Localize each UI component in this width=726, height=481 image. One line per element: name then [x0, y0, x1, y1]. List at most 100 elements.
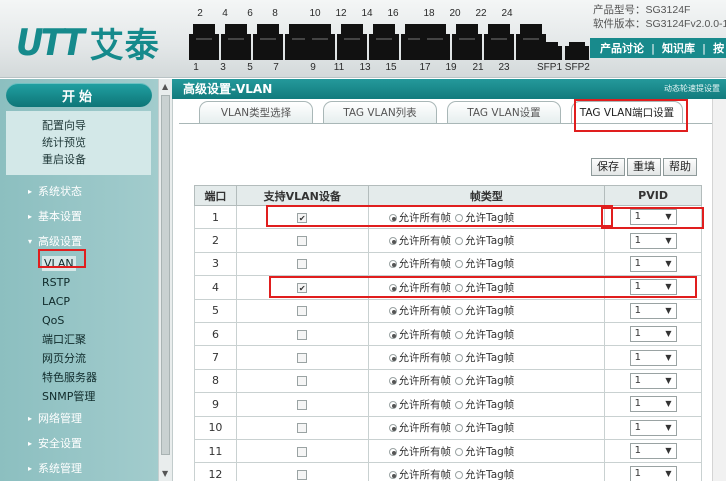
sidebar-item-system-status[interactable]: ▸ 系统状态	[0, 179, 158, 204]
help-link[interactable]: 动态轮速提设置	[664, 79, 720, 99]
table-row: 2 允许所有帧 允许Tag帧 1 ▼	[194, 228, 702, 253]
port-cell: 2	[194, 228, 237, 253]
sidebar: 开始 配置向导 统计预览 重启设备 ▸ 系统状态 ▸ 基本设置 ▾ 高级设置 VLAN…	[0, 79, 172, 481]
table-row: 7 允许所有帧 允许Tag帧 1 ▼	[194, 345, 702, 370]
content-scrollbar[interactable]	[712, 99, 726, 481]
radio-all-frames[interactable]	[388, 470, 397, 479]
nav-product-discussion[interactable]: 产品讨论	[596, 40, 648, 56]
top-nav: 产品讨论 | 知识库 | 按	[590, 38, 726, 58]
pvid-select[interactable]: 1 ▼	[629, 326, 677, 343]
radio-tag-frames[interactable]	[455, 377, 464, 386]
radio-tag-frames[interactable]	[455, 447, 464, 456]
chevron-down-icon: ▼	[665, 352, 672, 362]
label-all-frames: 允许所有帧	[398, 258, 452, 271]
pvid-select[interactable]: 1 ▼	[629, 232, 677, 249]
port-number-label: 17	[419, 62, 431, 73]
label-all-frames: 允许所有帧	[398, 422, 452, 435]
pvid-select[interactable]: 1 ▼	[629, 466, 677, 481]
pvid-select[interactable]: 1 ▼	[629, 302, 677, 319]
arrow-right-icon: ▸	[28, 439, 33, 448]
radio-all-frames[interactable]	[388, 400, 397, 409]
port-number-label: 12	[335, 8, 347, 19]
pvid-select[interactable]: 1 ▼	[629, 396, 677, 413]
frame-type-cell: 允许所有帧 允许Tag帧	[367, 298, 606, 323]
scrollbar-thumb[interactable]	[161, 95, 170, 455]
radio-tag-frames[interactable]	[455, 260, 464, 269]
radio-all-frames[interactable]	[388, 424, 397, 433]
pvid-select[interactable]: 1 ▼	[629, 255, 677, 272]
vlan-capable-checkbox[interactable]	[297, 446, 308, 457]
highlight-box-vlan	[38, 249, 86, 268]
radio-all-frames[interactable]	[388, 307, 397, 316]
scroll-down-icon[interactable]: ▼	[162, 469, 168, 478]
tab-tag-vlan-settings[interactable]: TAG VLAN设置	[447, 101, 561, 123]
label-all-frames: 允许所有帧	[398, 235, 452, 248]
table-row: 3 允许所有帧 允许Tag帧 1 ▼	[194, 251, 702, 277]
radio-tag-frames[interactable]	[455, 424, 464, 433]
quick-link-wizard[interactable]: 配置向导	[6, 117, 151, 134]
radio-tag-frames[interactable]	[455, 237, 464, 246]
vlan-capable-checkbox[interactable]	[297, 353, 308, 364]
sidebar-item-special-server[interactable]: 特色服务器	[0, 368, 158, 387]
pvid-select[interactable]: 1 ▼	[629, 372, 677, 389]
start-button[interactable]: 开始	[6, 83, 152, 107]
radio-all-frames[interactable]	[388, 354, 397, 363]
save-button[interactable]: 保存	[591, 158, 625, 176]
vlan-capable-checkbox[interactable]	[297, 376, 308, 387]
reset-button[interactable]: 重填	[627, 158, 661, 176]
pvid-select[interactable]: 1 ▼	[629, 349, 677, 366]
column-header-frame-type: 帧类型	[367, 185, 606, 206]
vlan-capable-checkbox[interactable]	[297, 469, 308, 480]
sidebar-item-network-management[interactable]: ▸ 网络管理	[0, 406, 158, 431]
vlan-capable-checkbox[interactable]	[297, 329, 308, 340]
port-group-1	[189, 24, 315, 60]
radio-all-frames[interactable]	[388, 260, 397, 269]
sidebar-item-rstp[interactable]: RSTP	[0, 273, 158, 292]
radio-tag-frames[interactable]	[455, 307, 464, 316]
sidebar-item-system-management[interactable]: ▸ 系统管理	[0, 456, 158, 481]
radio-tag-frames[interactable]	[455, 400, 464, 409]
radio-all-frames[interactable]	[388, 377, 397, 386]
radio-all-frames[interactable]	[388, 330, 397, 339]
sidebar-item-security[interactable]: ▸ 安全设置	[0, 431, 158, 456]
pvid-select[interactable]: 1 ▼	[629, 443, 677, 460]
sidebar-item-port-aggregation[interactable]: 端口汇聚	[0, 330, 158, 349]
help-button[interactable]: 帮助	[663, 158, 697, 176]
sidebar-item-snmp[interactable]: SNMP管理	[0, 387, 158, 406]
label-all-frames: 允许所有帧	[398, 468, 452, 481]
radio-tag-frames[interactable]	[455, 330, 464, 339]
tab-vlan-type[interactable]: VLAN类型选择	[199, 101, 313, 123]
quick-link-reboot[interactable]: 重启设备	[6, 151, 151, 168]
vlan-capable-checkbox[interactable]	[297, 259, 308, 270]
port-group-2	[305, 24, 431, 60]
frame-type-cell: 允许所有帧 允许Tag帧	[367, 228, 606, 253]
radio-tag-frames[interactable]	[455, 354, 464, 363]
label-tag-frames: 允许Tag帧	[465, 305, 515, 318]
sidebar-scrollbar[interactable]: ▲ ▼	[158, 79, 172, 481]
nav-knowledge-base[interactable]: 知识库	[658, 40, 699, 56]
radio-all-frames[interactable]	[388, 237, 397, 246]
pvid-cell: 1 ▼	[604, 345, 702, 370]
scroll-up-icon[interactable]: ▲	[162, 82, 168, 91]
table-row: 11 允许所有帧 允许Tag帧 1 ▼	[194, 438, 702, 464]
quick-link-stats[interactable]: 统计预览	[6, 134, 151, 151]
tab-tag-vlan-list[interactable]: TAG VLAN列表	[323, 101, 437, 123]
nav-more[interactable]: 按	[709, 40, 726, 56]
vlan-capable-checkbox[interactable]	[297, 423, 308, 434]
pvid-select[interactable]: 1 ▼	[629, 419, 677, 436]
sidebar-item-qos[interactable]: QoS	[0, 311, 158, 330]
sidebar-item-web-shunt[interactable]: 网页分流	[0, 349, 158, 368]
chevron-down-icon: ▼	[665, 469, 672, 479]
vlan-capable-cell	[235, 368, 369, 394]
vlan-capable-checkbox[interactable]	[297, 306, 308, 317]
sfp-labels: SFP1 SFP2	[537, 62, 590, 73]
radio-tag-frames[interactable]	[455, 470, 464, 479]
vlan-capable-checkbox[interactable]	[297, 399, 308, 410]
port-icon	[189, 24, 219, 60]
sidebar-item-lacp[interactable]: LACP	[0, 292, 158, 311]
radio-all-frames[interactable]	[388, 447, 397, 456]
vlan-capable-checkbox[interactable]	[297, 236, 308, 247]
column-header-pvid: PVID	[604, 185, 702, 206]
main-content: VLAN类型选择 TAG VLAN列表 TAG VLAN设置 TAG VLAN端…	[172, 99, 726, 481]
sidebar-item-basic-settings[interactable]: ▸ 基本设置	[0, 204, 158, 229]
